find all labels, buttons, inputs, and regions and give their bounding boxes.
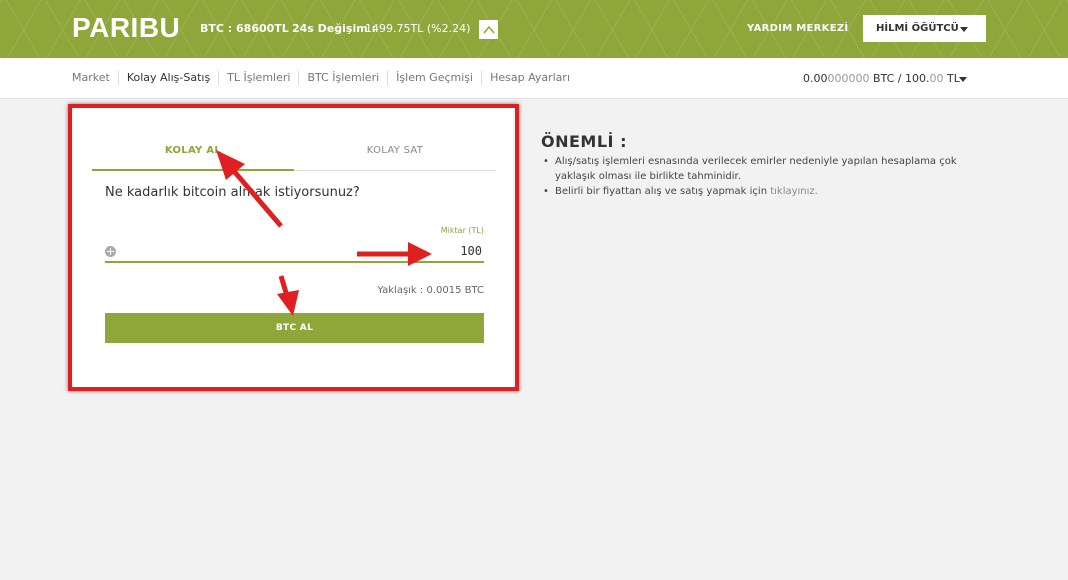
change-label: 24s Değişim : — [292, 22, 376, 35]
balance-summary[interactable]: 0.00000000 BTC / 100.00 TL — [803, 72, 960, 85]
easy-trade-card: KOLAY AL KOLAY SAT Ne kadarlık bitcoin a… — [73, 108, 513, 388]
important-list: Alış/satış işlemleri esnasında verilecek… — [541, 154, 981, 199]
active-tab-indicator — [92, 169, 294, 171]
caret-down-icon — [960, 27, 968, 32]
important-item: Belirli bir fiyattan alış ve satış yapma… — [541, 184, 981, 199]
amount-question: Ne kadarlık bitcoin almak istiyorsunuz? — [105, 185, 360, 200]
balance-btc-decimals: 000000 — [827, 72, 870, 85]
main-nav: Market Kolay Alış-Satış TL İşlemleri BTC… — [0, 58, 1068, 99]
btc-price: BTC : 68600TL — [200, 22, 289, 35]
click-here-link[interactable]: tıklayınız. — [770, 186, 818, 197]
tab-easy-sell[interactable]: KOLAY SAT — [294, 145, 496, 156]
important-title: ÖNEMLİ : — [541, 132, 627, 151]
user-name: HİLMİ ÖĞÜTCÜ — [876, 23, 959, 34]
balance-btc-int: 0.00 — [803, 72, 828, 85]
change-value: 1499.75TL (%2.24) — [365, 22, 471, 35]
user-menu-button[interactable]: HİLMİ ÖĞÜTCÜ — [863, 15, 986, 42]
chevron-up-icon — [483, 25, 495, 34]
important-item-text: Belirli bir fiyattan alış ve satış yapma… — [555, 186, 771, 197]
nav-item-history[interactable]: İşlem Geçmişi — [387, 71, 481, 85]
approx-btc: Yaklaşık : 0.0015 BTC — [377, 285, 484, 296]
tab-easy-buy[interactable]: KOLAY AL — [92, 145, 294, 156]
paribu-logo[interactable]: PARIBU — [72, 12, 180, 44]
amount-input[interactable] — [105, 240, 484, 263]
nav-item-btc-transactions[interactable]: BTC İşlemleri — [298, 71, 387, 85]
nav-menu: Market Kolay Alış-Satış TL İşlemleri BTC… — [72, 71, 578, 85]
balance-caret-icon[interactable] — [959, 77, 967, 82]
btc-buy-button[interactable]: BTC AL — [105, 313, 484, 343]
balance-tl-decimals: 00 — [929, 72, 944, 85]
amount-label: Miktar (TL) — [440, 226, 484, 235]
balance-tl-unit: TL — [943, 72, 960, 85]
nav-item-tl-transactions[interactable]: TL İşlemleri — [218, 71, 298, 85]
help-center-link[interactable]: YARDIM MERKEZİ — [747, 23, 848, 34]
top-header: PARIBU BTC : 68600TL 24s Değişim : 1499.… — [0, 0, 1068, 58]
nav-item-account-settings[interactable]: Hesap Ayarları — [481, 71, 578, 85]
nav-item-easy-trade[interactable]: Kolay Alış-Satış — [117, 71, 218, 85]
important-item: Alış/satış işlemleri esnasında verilecek… — [541, 154, 981, 184]
nav-item-market[interactable]: Market — [72, 71, 118, 85]
plus-circle-icon[interactable] — [105, 246, 116, 257]
balance-mid: BTC / 100. — [869, 72, 930, 85]
collapse-button[interactable] — [478, 19, 499, 40]
